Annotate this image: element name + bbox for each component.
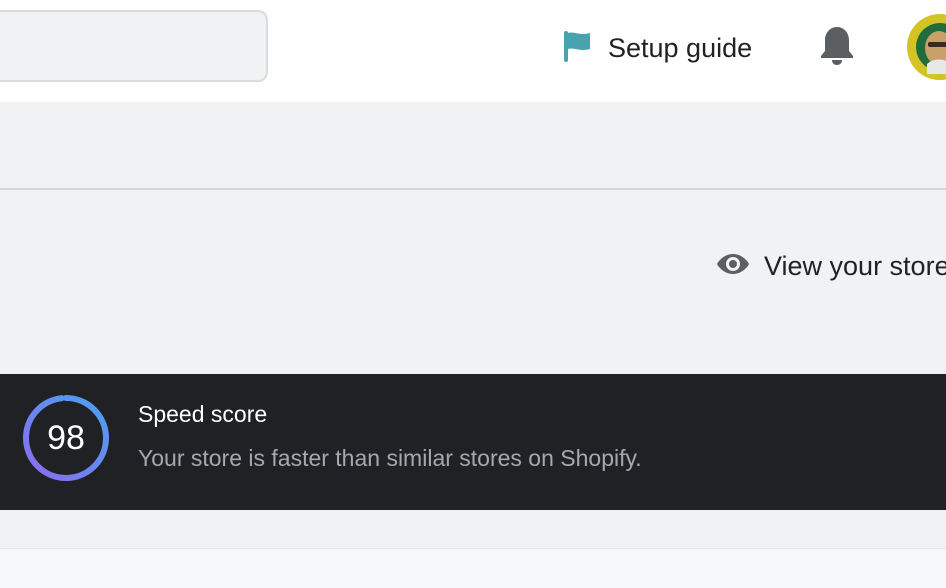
speed-score-description: Your store is faster than similar stores… bbox=[138, 445, 642, 471]
flag-icon bbox=[560, 28, 594, 69]
setup-guide-label: Setup guide bbox=[608, 32, 753, 63]
speed-score-card[interactable]: 98 Speed score Your store is faster than… bbox=[0, 374, 946, 510]
search-input[interactable] bbox=[0, 10, 268, 82]
eye-icon bbox=[716, 252, 750, 281]
view-store-label: View your store bbox=[764, 250, 946, 281]
setup-guide-button[interactable]: Setup guide bbox=[560, 26, 752, 70]
speed-score-title: Speed score bbox=[138, 401, 268, 427]
divider bbox=[0, 188, 946, 190]
bell-icon bbox=[819, 25, 855, 72]
speed-score-value: 98 bbox=[47, 418, 85, 457]
view-store-link[interactable]: View your store bbox=[716, 246, 946, 286]
content-section bbox=[0, 548, 946, 588]
page-header bbox=[0, 102, 946, 188]
top-bar: Setup guide bbox=[0, 0, 946, 102]
avatar[interactable] bbox=[907, 14, 946, 80]
notifications-button[interactable] bbox=[815, 24, 859, 72]
